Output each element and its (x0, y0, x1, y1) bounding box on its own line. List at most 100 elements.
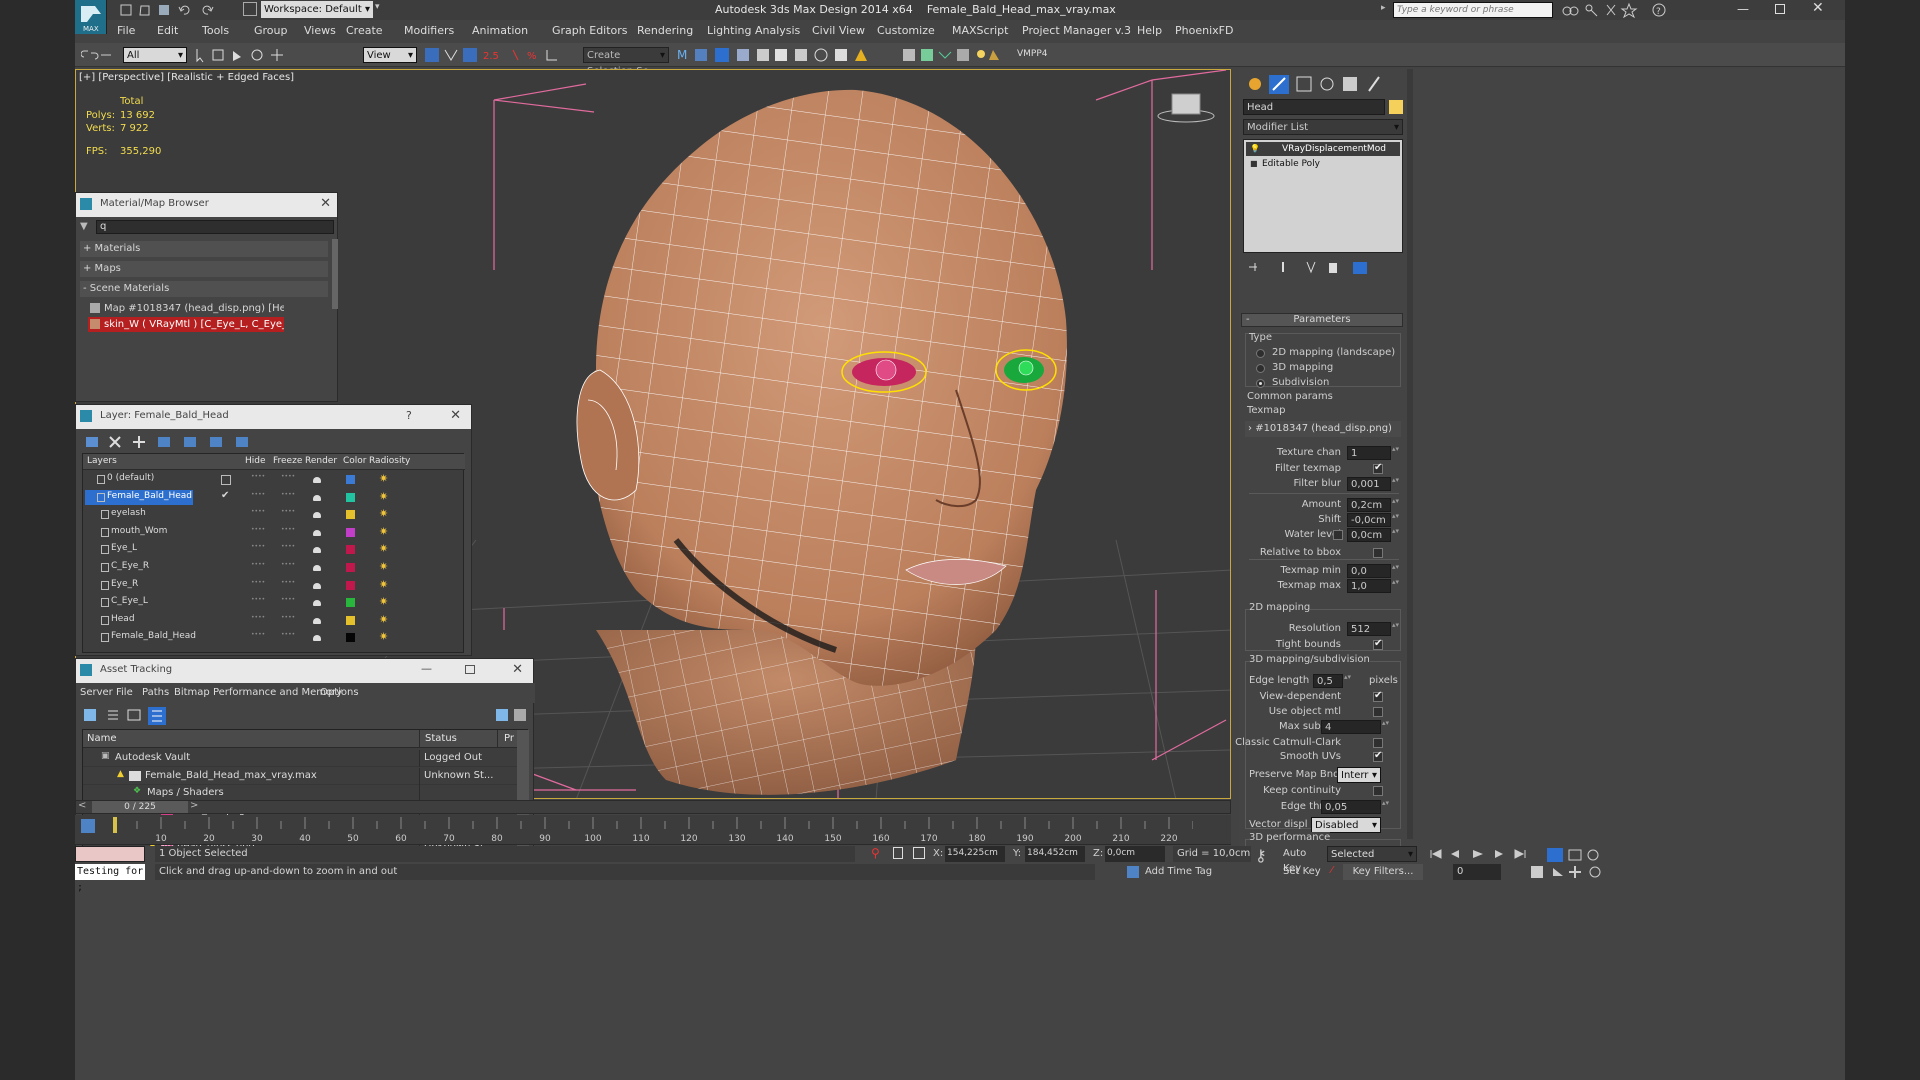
asset-tracking-toolbar[interactable] (82, 705, 534, 727)
hide-toggle[interactable]: •••• (251, 543, 265, 550)
layer-row[interactable]: Female_Bald_Head ✔ •••• •••• ✷ (83, 489, 463, 507)
snap-tools[interactable]: 2.5 % (423, 46, 573, 64)
command-panel-tabs[interactable] (1245, 73, 1395, 95)
toolbar-icons-right[interactable]: M (675, 46, 901, 64)
key-set-dropdown[interactable]: Selected (1327, 846, 1417, 863)
selection-tools[interactable] (193, 47, 303, 63)
layer-column-header[interactable]: Freeze (273, 456, 302, 466)
set-key-button[interactable]: Set Key (1283, 864, 1323, 880)
scene-material-item[interactable]: Map #1018347 (head_disp.png) [Head] (88, 301, 284, 316)
parameters-rollout-header[interactable]: - Parameters (1241, 313, 1403, 327)
menu-item[interactable]: Customize (877, 24, 935, 37)
resolution-spinner[interactable]: 512 (1347, 621, 1400, 636)
layer-color-swatch[interactable] (346, 545, 355, 555)
view-dependent-checkbox[interactable] (1373, 690, 1383, 702)
lock-icon[interactable] (893, 847, 903, 859)
edge-thresh-spinner[interactable]: 0,05 (1321, 799, 1390, 814)
menu-item[interactable]: Rendering (637, 24, 693, 37)
type-radio[interactable] (1256, 349, 1265, 358)
menu-item[interactable]: Views (304, 24, 336, 37)
catmull-clark-checkbox[interactable] (1373, 738, 1383, 748)
material-search-input[interactable]: q (96, 220, 334, 234)
render-teapot-icon[interactable] (313, 600, 321, 607)
hold-icon[interactable] (243, 2, 257, 16)
menu-item[interactable]: Help (1137, 24, 1162, 37)
hide-toggle[interactable]: •••• (251, 473, 265, 480)
use-object-mtl-checkbox[interactable] (1373, 707, 1383, 717)
hide-toggle[interactable]: •••• (251, 614, 265, 621)
modifier-stack-item[interactable]: 💡 VRayDisplacementMod (1246, 142, 1400, 156)
tight-bounds-checkbox[interactable] (1373, 638, 1383, 650)
type-radio[interactable] (1256, 364, 1265, 373)
hide-toggle[interactable]: •••• (251, 491, 265, 498)
key-mode-icon[interactable]: ⚲ (871, 846, 880, 860)
filter-blur-spinner[interactable]: 0,001 (1347, 476, 1400, 491)
key-icon[interactable]: ⚷ (1255, 846, 1281, 880)
funnel-icon[interactable]: ▼ (80, 221, 88, 232)
search-arrow-icon[interactable]: ▸ (1381, 3, 1386, 13)
track-bar-filter-icon[interactable] (81, 819, 95, 833)
max-subdivs-spinner[interactable]: 4 (1321, 719, 1390, 734)
maxscript-listener-mini[interactable] (75, 846, 145, 862)
vector-displ-dropdown[interactable]: Disabled (1311, 817, 1381, 834)
layer-row[interactable]: C_Eye_L •••• •••• ✷ (83, 595, 463, 612)
menu-item[interactable]: Modifiers (404, 24, 454, 37)
menu-item[interactable]: Edit (157, 24, 178, 37)
transform-mode-icon[interactable] (913, 847, 925, 859)
stack-tools[interactable] (1245, 259, 1395, 275)
layer-color-swatch[interactable] (346, 598, 355, 608)
layer-color-swatch[interactable] (346, 475, 355, 484)
radiosity-icon[interactable]: ✷ (379, 595, 388, 608)
close-icon[interactable]: ✕ (512, 662, 523, 677)
layer-color-swatch[interactable] (346, 510, 355, 520)
time-slider-prev[interactable]: < (78, 800, 86, 811)
asset-column-header[interactable]: Name (87, 733, 117, 744)
texmap-max-spinner[interactable]: 1,0 (1347, 578, 1400, 593)
workspace-arrow-icon[interactable]: ▾ (375, 2, 385, 18)
menu-item[interactable]: Graph Editors (552, 24, 628, 37)
freeze-toggle[interactable]: •••• (281, 631, 295, 638)
current-layer-check-icon[interactable]: ✔ (221, 490, 231, 501)
menu-item[interactable]: MAXScript (952, 24, 1008, 37)
radiosity-icon[interactable]: ✷ (379, 560, 388, 573)
layer-color-swatch[interactable] (346, 492, 355, 502)
auto-key-button[interactable]: Auto Key (1283, 846, 1323, 874)
radiosity-icon[interactable]: ✷ (379, 630, 388, 643)
layer-column-header[interactable]: Color (343, 456, 367, 466)
radiosity-icon[interactable]: ✷ (379, 542, 388, 555)
time-marker[interactable] (113, 817, 117, 833)
time-slider-next[interactable]: > (190, 800, 198, 811)
freeze-toggle[interactable]: •••• (281, 596, 295, 603)
render-teapot-icon[interactable] (313, 635, 321, 642)
render-teapot-icon[interactable] (313, 547, 321, 554)
hide-toggle[interactable]: •••• (251, 526, 265, 533)
freeze-toggle[interactable]: •••• (281, 561, 295, 568)
menu-item[interactable]: PhoenixFD (1175, 24, 1233, 37)
render-teapot-icon[interactable] (313, 477, 321, 483)
maximize-button[interactable] (465, 665, 475, 674)
modifier-list-dropdown[interactable]: Modifier List (1243, 119, 1403, 136)
minimize-button[interactable]: — (421, 662, 432, 675)
asset-menu-item[interactable]: File (116, 687, 133, 698)
layer-row[interactable]: mouth_Wom •••• •••• ✷ (83, 525, 463, 542)
hide-toggle[interactable]: •••• (251, 579, 265, 586)
asset-row[interactable]: ▲ Female_Bald_Head_max_vray.max Unknown St… (83, 767, 517, 785)
layer-color-swatch[interactable] (346, 633, 355, 643)
link-icon[interactable] (81, 47, 115, 63)
selection-filter-dropdown[interactable]: All (123, 47, 187, 64)
viewport-label[interactable]: [+] [Perspective] [Realistic + Edged Fac… (79, 72, 294, 83)
y-coordinate-field[interactable]: 184,452cm (1025, 846, 1085, 862)
add-time-tag[interactable]: Add Time Tag (1145, 864, 1255, 880)
texmap-button[interactable]: › #1018347 (head_disp.png) (1245, 421, 1401, 437)
layer-row[interactable]: Head •••• •••• ✷ (83, 613, 463, 630)
edge-length-spinner[interactable]: 0,5 (1313, 673, 1352, 688)
maxscript-input[interactable]: Testing for ; (75, 864, 145, 893)
object-name-field[interactable]: Head (1243, 99, 1385, 115)
radiosity-icon[interactable]: ✷ (379, 507, 388, 520)
track-bar[interactable]: 10 20 30 40 50 60 70 80 90 100 110 120 130 140 150 160 1… (75, 815, 1231, 845)
radiosity-icon[interactable]: ✷ (379, 525, 388, 538)
layer-column-header[interactable]: Render (305, 456, 337, 466)
current-frame-field[interactable]: 0 (1453, 864, 1501, 880)
relative-bbox-checkbox[interactable] (1373, 548, 1383, 558)
radiosity-icon[interactable]: ✷ (379, 613, 388, 626)
